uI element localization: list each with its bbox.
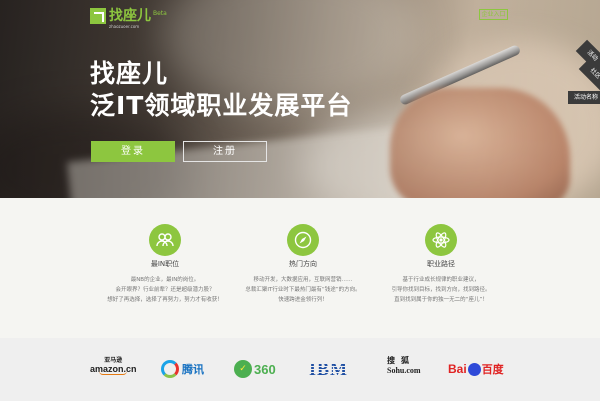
logo-360-icon: ✓ [234, 360, 252, 378]
site-logo[interactable]: 找座儿 Beta zhaozuoer.com [90, 8, 167, 29]
partner-ibm-logo[interactable]: IBM [309, 358, 348, 380]
baidu-text-right: 百度 [481, 364, 504, 376]
baidu-text-left: Bai [448, 362, 467, 376]
feature-hot-directions: 热门方向 移动开发，大数据应用，互联网营销…… 总裁汇聚IT行业时下最热门最有“… [233, 224, 373, 305]
tencent-text: 腾讯 [182, 363, 204, 376]
feature-title: 热门方向 [289, 260, 317, 268]
baidu-paw-icon [467, 362, 481, 376]
feature-desc-line: 最NB的企业，最IN的岗位。 [130, 277, 200, 283]
logo-360-text: 360 [254, 361, 276, 377]
partner-sohu-logo[interactable]: 搜狐 Sohu.com [387, 355, 421, 377]
feature-career-path: 职业路径 基于行业成长规律的职业建议， 引导你找到目标，找到方向，找到路径。 直… [371, 224, 511, 305]
sohu-en-text: Sohu.com [387, 366, 421, 375]
hero-subtitle: 泛IT领域职业发展平台 [90, 91, 353, 120]
partner-360-logo[interactable]: ✓ 360 [234, 358, 276, 380]
feature-title: 职业路径 [427, 260, 455, 268]
feature-desc-line: 基于行业成长规律的职业建议， [402, 277, 480, 283]
feature-desc-line: 快速跨进金领行列！ [278, 297, 328, 303]
partner-baidu-logo[interactable]: Bai 百度 [448, 358, 504, 380]
atom-icon [425, 224, 457, 256]
feature-desc-line: 总裁汇聚IT行业时下最热门最有“钱途”的方向。 [245, 287, 361, 293]
logo-beta: Beta [153, 10, 167, 17]
logo-icon [90, 8, 106, 24]
tencent-circle-icon [161, 360, 179, 378]
login-button[interactable]: 登录 [91, 141, 175, 162]
enterprise-entry-link[interactable]: 企业入口 [479, 9, 508, 20]
feature-description: 基于行业成长规律的职业建议， 引导你找到目标，找到方向，找到路径。 直到找到属于… [371, 275, 511, 305]
amazon-smile-icon [99, 371, 128, 375]
sohu-cn-text: 搜狐 [387, 356, 415, 365]
features-section: 最IN职位 最NB的企业，最IN的岗位。 会开眼界？行业前辈？还是超级潜力股？ … [0, 198, 600, 338]
feature-hot-jobs: 最IN职位 最NB的企业，最IN的岗位。 会开眼界？行业前辈？还是超级潜力股？ … [95, 224, 235, 305]
feature-desc-line: 移动开发，大数据应用，互联网营销…… [253, 277, 353, 283]
register-button[interactable]: 注册 [183, 141, 267, 162]
feature-title: 最IN职位 [150, 260, 180, 268]
side-tab-activity-name[interactable]: 活动名称 [568, 91, 600, 104]
feature-desc-line: 直到找到属于你的独一无二的“座儿”！ [394, 297, 488, 303]
compass-icon [287, 224, 319, 256]
feature-desc-line: 引导你找到目标，找到方向，找到路径。 [391, 287, 491, 293]
people-icon [149, 224, 181, 256]
feature-desc-line: 会开眼界？行业前辈？还是超级潜力股？ [115, 287, 215, 293]
feature-desc-line: 想好了再选择，选择了再努力，努力才有收获！ [107, 297, 223, 303]
hero-title: 找座儿 [90, 59, 169, 88]
amazon-cn-text: 亚马逊 [104, 357, 123, 364]
partners-strip: 亚马逊 amazon.cn 腾讯 ✓ 360 IBM 搜狐 Sohu.com B… [0, 338, 600, 401]
hero-banner: 找座儿 Beta zhaozuoer.com 企业入口 找座儿 泛IT领域职业发… [0, 0, 600, 198]
partner-tencent-logo[interactable]: 腾讯 [161, 358, 204, 380]
partner-amazon-logo[interactable]: 亚马逊 amazon.cn [90, 355, 137, 377]
logo-subtitle: zhaozuoer.com [109, 24, 140, 29]
feature-description: 移动开发，大数据应用，互联网营销…… 总裁汇聚IT行业时下最热门最有“钱途”的方… [233, 275, 373, 305]
logo-text: 找座儿 [109, 8, 151, 24]
feature-description: 最NB的企业，最IN的岗位。 会开眼界？行业前辈？还是超级潜力股？ 想好了再选择… [95, 275, 235, 305]
